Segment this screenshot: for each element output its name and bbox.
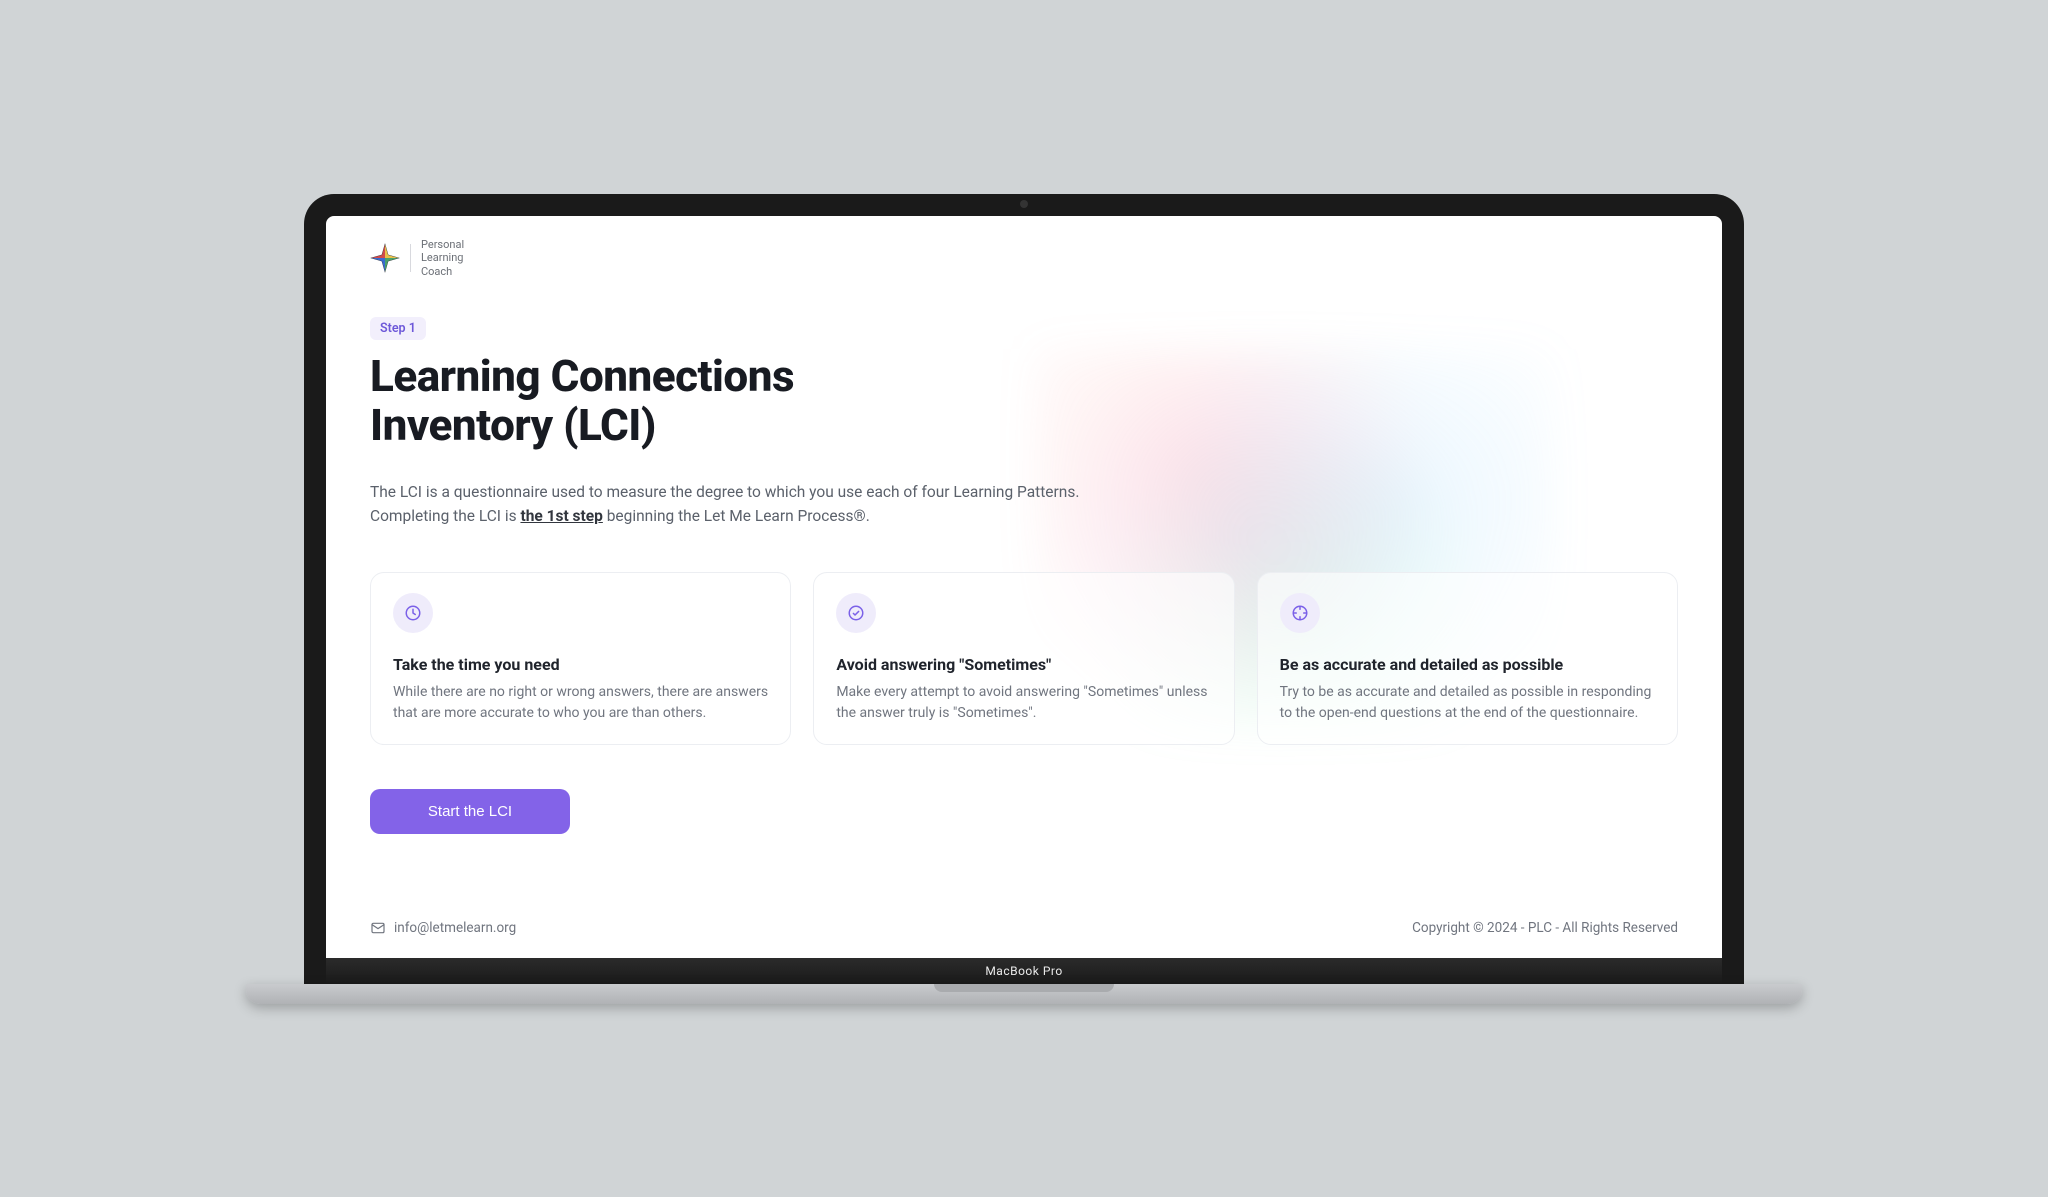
brand-line: Coach bbox=[421, 265, 464, 279]
screen: Personal Learning Coach Step 1 Learning … bbox=[326, 216, 1722, 958]
start-lci-button[interactable]: Start the LCI bbox=[370, 789, 570, 834]
tip-body: Make every attempt to avoid answering "S… bbox=[836, 682, 1211, 724]
brand-line: Personal bbox=[421, 238, 464, 252]
tip-title: Take the time you need bbox=[393, 655, 768, 674]
tip-card: Be as accurate and detailed as possible … bbox=[1257, 572, 1678, 745]
tip-title: Be as accurate and detailed as possible bbox=[1280, 655, 1655, 674]
tip-card: Take the time you need While there are n… bbox=[370, 572, 791, 745]
macbook-frame: Personal Learning Coach Step 1 Learning … bbox=[304, 194, 1744, 1004]
logo-divider bbox=[410, 244, 411, 272]
brand-name: Personal Learning Coach bbox=[421, 238, 464, 279]
page-footer: info@letmelearn.org Copyright © 2024 - P… bbox=[370, 902, 1678, 958]
screen-bezel: Personal Learning Coach Step 1 Learning … bbox=[304, 194, 1744, 984]
check-circle-icon bbox=[836, 593, 876, 633]
footer-email[interactable]: info@letmelearn.org bbox=[370, 920, 516, 936]
brand-logo: Personal Learning Coach bbox=[370, 238, 1678, 279]
tip-body: Try to be as accurate and detailed as po… bbox=[1280, 682, 1655, 724]
camera-dot bbox=[1020, 200, 1028, 208]
tip-body: While there are no right or wrong answer… bbox=[393, 682, 768, 724]
page-title: Learning Connections Inventory (LCI) bbox=[370, 352, 890, 451]
target-icon bbox=[1280, 593, 1320, 633]
device-label: MacBook Pro bbox=[985, 964, 1062, 978]
mail-icon bbox=[370, 920, 386, 936]
logo-star-icon bbox=[370, 243, 400, 273]
clock-icon bbox=[393, 593, 433, 633]
intro-paragraph: The LCI is a questionnaire used to measu… bbox=[370, 480, 1150, 528]
page-content: Personal Learning Coach Step 1 Learning … bbox=[326, 216, 1722, 958]
device-chin: MacBook Pro bbox=[326, 958, 1722, 984]
intro-emphasis: the 1st step bbox=[520, 507, 602, 525]
intro-post: beginning the Let Me Learn Process®. bbox=[603, 507, 870, 525]
tip-card: Avoid answering "Sometimes" Make every a… bbox=[813, 572, 1234, 745]
brand-line: Learning bbox=[421, 251, 464, 265]
tip-title: Avoid answering "Sometimes" bbox=[836, 655, 1211, 674]
footer-copyright: Copyright © 2024 - PLC - All Rights Rese… bbox=[1412, 920, 1678, 936]
tips-cards: Take the time you need While there are n… bbox=[370, 572, 1678, 745]
device-base bbox=[246, 984, 1801, 1004]
footer-email-text: info@letmelearn.org bbox=[394, 920, 516, 936]
step-badge: Step 1 bbox=[370, 317, 426, 340]
